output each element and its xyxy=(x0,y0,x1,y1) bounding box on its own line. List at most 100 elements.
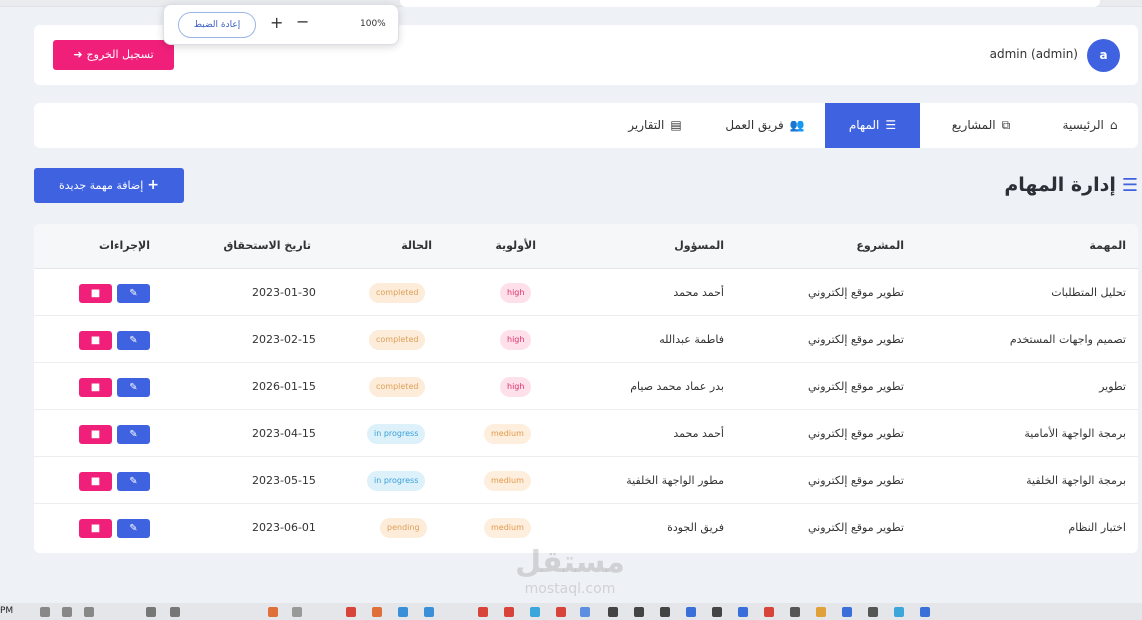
delete-button[interactable]: ■ xyxy=(79,425,112,444)
zoom-level: 100% xyxy=(360,19,386,29)
priority-badge: medium xyxy=(484,518,531,538)
header-project: المشروع xyxy=(856,239,904,252)
edit-icon: ✎ xyxy=(129,523,138,534)
nav-item-reports[interactable]: ▤ التقارير xyxy=(605,103,705,148)
taskbar-app-icon[interactable] xyxy=(816,607,826,617)
taskbar-app-icon[interactable] xyxy=(660,607,670,617)
edit-button[interactable]: ✎ xyxy=(117,378,150,397)
cell-task: برمجة الواجهة الأمامية xyxy=(1024,427,1126,440)
users-icon: 👥 xyxy=(789,118,805,132)
taskbar-app-icon[interactable] xyxy=(556,607,566,617)
nav-label: المشاريع xyxy=(951,118,996,132)
taskbar-app-icon[interactable] xyxy=(346,607,356,617)
cell-project: تطوير موقع إلكتروني xyxy=(808,333,904,346)
zoom-in-button[interactable]: + xyxy=(270,13,283,32)
taskbar-app-icon[interactable] xyxy=(478,607,488,617)
taskbar-app-icon[interactable] xyxy=(580,607,590,617)
delete-button[interactable]: ■ xyxy=(79,284,112,303)
table-row: تحليل المتطلبات تطوير موقع إلكتروني أحمد… xyxy=(34,269,1138,316)
header-owner: المسؤول xyxy=(674,239,724,252)
taskbar-app-icon[interactable] xyxy=(398,607,408,617)
delete-button[interactable]: ■ xyxy=(79,331,112,350)
delete-button[interactable]: ■ xyxy=(79,472,112,491)
page-title: ☰إدارة المهام xyxy=(1004,174,1138,196)
header-actions: الإجراءات xyxy=(99,239,150,252)
watermark-brand: مستقل xyxy=(515,545,625,580)
zoom-reset-button[interactable]: إعادة الضبط xyxy=(178,12,256,38)
cell-task: تطوير xyxy=(1099,380,1126,393)
taskbar-app-icon[interactable] xyxy=(608,607,618,617)
nav-item-projects[interactable]: ⧉ المشاريع xyxy=(920,103,1042,148)
taskbar-app-icon[interactable] xyxy=(790,607,800,617)
taskbar-app-icon[interactable] xyxy=(894,607,904,617)
taskbar-app-icon[interactable] xyxy=(764,607,774,617)
delete-button[interactable]: ■ xyxy=(79,519,112,538)
nav-item-home[interactable]: ⌂ الرئيسية xyxy=(1042,103,1138,148)
edit-button[interactable]: ✎ xyxy=(117,284,150,303)
cell-due: 2023-05-15 xyxy=(252,474,316,487)
chart-icon: ▤ xyxy=(670,118,682,132)
cell-project: تطوير موقع إلكتروني xyxy=(808,521,904,534)
taskbar-app-icon[interactable] xyxy=(372,607,382,617)
edit-icon: ✎ xyxy=(129,429,138,440)
status-badge: in progress xyxy=(367,424,426,444)
edit-icon: ✎ xyxy=(129,335,138,346)
taskbar-app-icon[interactable] xyxy=(738,607,748,617)
project-diagram-icon: ⧉ xyxy=(1001,118,1011,132)
zoom-popup: إعادة الضبط + − 100% xyxy=(163,4,399,45)
taskbar-app-icon[interactable] xyxy=(504,607,514,617)
add-task-label: إضافة مهمة جديدة xyxy=(58,179,144,192)
taskbar-app-icon[interactable] xyxy=(530,607,540,617)
edit-button[interactable]: ✎ xyxy=(117,519,150,538)
zoom-out-button[interactable]: − xyxy=(296,12,309,31)
table-row: تصميم واجهات المستخدم تطوير موقع إلكترون… xyxy=(34,316,1138,363)
cell-project: تطوير موقع إلكتروني xyxy=(808,427,904,440)
taskbar-app-icon[interactable] xyxy=(170,607,180,617)
nav-item-team[interactable]: 👥 فريق العمل xyxy=(705,103,825,148)
delete-button[interactable]: ■ xyxy=(79,378,112,397)
taskbar-app-icon[interactable] xyxy=(634,607,644,617)
priority-badge: high xyxy=(500,330,532,350)
edit-button[interactable]: ✎ xyxy=(117,472,150,491)
taskbar-app-icon[interactable] xyxy=(920,607,930,617)
table-row: برمجة الواجهة الأمامية تطوير موقع إلكترو… xyxy=(34,410,1138,457)
priority-badge: high xyxy=(500,283,532,303)
taskbar-app-icon[interactable] xyxy=(40,607,50,617)
taskbar-app-icon[interactable] xyxy=(842,607,852,617)
trash-icon: ■ xyxy=(90,382,101,393)
sign-out-icon: ➜ xyxy=(73,48,83,61)
taskbar-app-icon[interactable] xyxy=(424,607,434,617)
main-nav: ⌂الرئيسية ⧉المشاريع ☰المهام 👥فريق العمل … xyxy=(34,103,1138,148)
nav-item-tasks[interactable]: ☰ المهام xyxy=(825,103,920,148)
tasks-icon: ☰ xyxy=(885,118,897,132)
priority-badge: high xyxy=(500,377,532,397)
edit-button[interactable]: ✎ xyxy=(117,425,150,444)
taskbar-app-icon[interactable] xyxy=(146,607,156,617)
cell-due: 2023-01-30 xyxy=(252,286,316,299)
table-row: تطوير تطوير موقع إلكتروني بدر عماد محمد … xyxy=(34,363,1138,410)
watermark-site: mostaql.com xyxy=(524,581,616,597)
taskbar-app-icon[interactable] xyxy=(62,607,72,617)
edit-icon: ✎ xyxy=(129,476,138,487)
avatar[interactable]: a xyxy=(1087,39,1120,72)
cell-task: اختبار النظام xyxy=(1068,521,1126,534)
nav-label: الرئيسية xyxy=(1062,118,1104,132)
edit-button[interactable]: ✎ xyxy=(117,331,150,350)
trash-icon: ■ xyxy=(90,523,101,534)
logout-button[interactable]: ➜ تسجيل الخروج xyxy=(53,40,174,70)
add-task-button[interactable]: +إضافة مهمة جديدة xyxy=(34,168,184,203)
table-row: اختبار النظام تطوير موقع إلكتروني فريق ا… xyxy=(34,504,1138,551)
taskbar-app-icon[interactable] xyxy=(712,607,722,617)
cell-project: تطوير موقع إلكتروني xyxy=(808,474,904,487)
table-header: المهمة المشروع المسؤول الأولوية الحالة ت… xyxy=(34,224,1138,269)
taskbar-app-icon[interactable] xyxy=(868,607,878,617)
cell-task: تصميم واجهات المستخدم xyxy=(1009,333,1126,346)
cell-project: تطوير موقع إلكتروني xyxy=(808,286,904,299)
trash-icon: ■ xyxy=(90,288,101,299)
taskbar-app-icon[interactable] xyxy=(292,607,302,617)
taskbar-app-icon[interactable] xyxy=(268,607,278,617)
taskbar-app-icon[interactable] xyxy=(84,607,94,617)
plus-icon: + xyxy=(147,177,160,193)
taskbar-app-icon[interactable] xyxy=(686,607,696,617)
status-badge: completed xyxy=(369,283,426,303)
